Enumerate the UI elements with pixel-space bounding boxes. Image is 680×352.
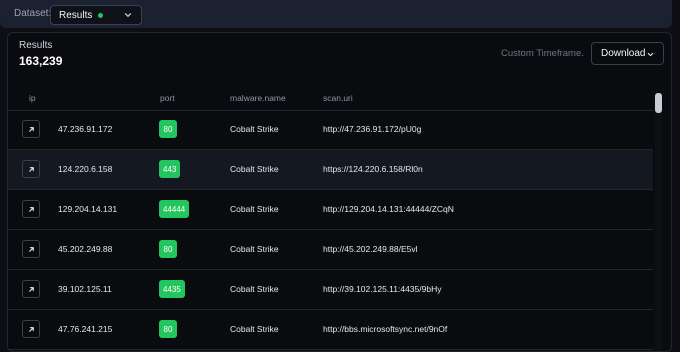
- download-button[interactable]: Download: [591, 42, 664, 65]
- port-badge: 443: [159, 160, 181, 178]
- table-scrollbar[interactable]: [655, 93, 662, 351]
- port-badge: 4435: [159, 280, 185, 298]
- column-header-ip[interactable]: ip: [29, 93, 36, 103]
- cell-ip: 124.220.6.158: [58, 164, 113, 174]
- cell-malware-name: Cobalt Strike: [230, 164, 279, 174]
- arrow-up-right-icon: [28, 286, 34, 292]
- column-header-malware-name[interactable]: malware.name: [230, 93, 286, 103]
- arrow-up-right-icon: [28, 246, 34, 252]
- cell-malware-name: Cobalt Strike: [230, 124, 279, 134]
- port-badge: 44444: [159, 200, 190, 218]
- open-row-button[interactable]: [22, 200, 40, 218]
- dataset-bar: Dataset: Results: [0, 0, 672, 28]
- results-panel: Results 163,239 Custom Timeframe. Downlo…: [7, 32, 672, 352]
- arrow-up-right-icon: [28, 326, 34, 332]
- results-label: Results: [19, 40, 53, 51]
- open-row-button[interactable]: [22, 320, 40, 338]
- open-row-button[interactable]: [22, 280, 40, 298]
- dataset-label: Dataset:: [14, 8, 52, 19]
- cell-scan-uri: https://124.220.6.158/Rl0n: [323, 164, 423, 174]
- dataset-selected-value: Results: [59, 9, 93, 21]
- chevron-down-icon: [124, 13, 132, 17]
- table-row[interactable]: 47.236.91.172 80 Cobalt Strike http://47…: [8, 110, 653, 150]
- table-row[interactable]: 45.202.249.88 80 Cobalt Strike http://45…: [8, 230, 653, 270]
- port-badge: 80: [159, 240, 177, 258]
- status-dot: [98, 12, 104, 18]
- cell-ip: 47.236.91.172: [58, 124, 113, 134]
- table-header: ip port malware.name scan.uri: [8, 87, 653, 111]
- scrollbar-thumb[interactable]: [655, 93, 662, 113]
- cell-ip: 129.204.14.131: [58, 204, 118, 214]
- cell-malware-name: Cobalt Strike: [230, 244, 279, 254]
- cell-malware-name: Cobalt Strike: [230, 204, 279, 214]
- cell-scan-uri: http://39.102.125.11:4435/9bHy: [323, 284, 442, 294]
- download-button-label: Download: [601, 48, 646, 59]
- table-row[interactable]: 39.102.125.11 4435 Cobalt Strike http://…: [8, 270, 653, 310]
- cell-scan-uri: http://129.204.14.131:44444/ZCqN: [323, 204, 454, 214]
- arrow-up-right-icon: [28, 166, 34, 172]
- open-row-button[interactable]: [22, 160, 40, 178]
- arrow-up-right-icon: [28, 206, 34, 212]
- column-header-port[interactable]: port: [160, 93, 175, 103]
- dataset-select[interactable]: Results: [50, 5, 142, 25]
- results-count: 163,239: [19, 54, 63, 68]
- cell-ip: 47.76.241.215: [58, 324, 113, 334]
- chevron-down-icon: [647, 52, 654, 57]
- port-badge: 80: [159, 120, 177, 138]
- cell-ip: 45.202.249.88: [58, 244, 113, 254]
- cell-scan-uri: http://47.236.91.172/pU0g: [323, 124, 422, 134]
- column-header-scan-uri[interactable]: scan.uri: [323, 93, 353, 103]
- cell-scan-uri: http://45.202.249.88/E5vl: [323, 244, 418, 254]
- table-row[interactable]: 129.204.14.131 44444 Cobalt Strike http:…: [8, 190, 653, 230]
- table-row[interactable]: 47.76.241.215 80 Cobalt Strike http://bb…: [8, 310, 653, 350]
- cell-malware-name: Cobalt Strike: [230, 324, 279, 334]
- timeframe-label: Custom Timeframe.: [501, 48, 584, 59]
- open-row-button[interactable]: [22, 240, 40, 258]
- open-row-button[interactable]: [22, 120, 40, 138]
- cell-malware-name: Cobalt Strike: [230, 284, 279, 294]
- cell-scan-uri: http://bbs.microsoftsync.net/9nOf: [323, 324, 448, 334]
- cell-ip: 39.102.125.11: [58, 284, 112, 294]
- table-row[interactable]: 124.220.6.158 443 Cobalt Strike https://…: [8, 150, 653, 190]
- port-badge: 80: [159, 320, 177, 338]
- arrow-up-right-icon: [28, 126, 34, 132]
